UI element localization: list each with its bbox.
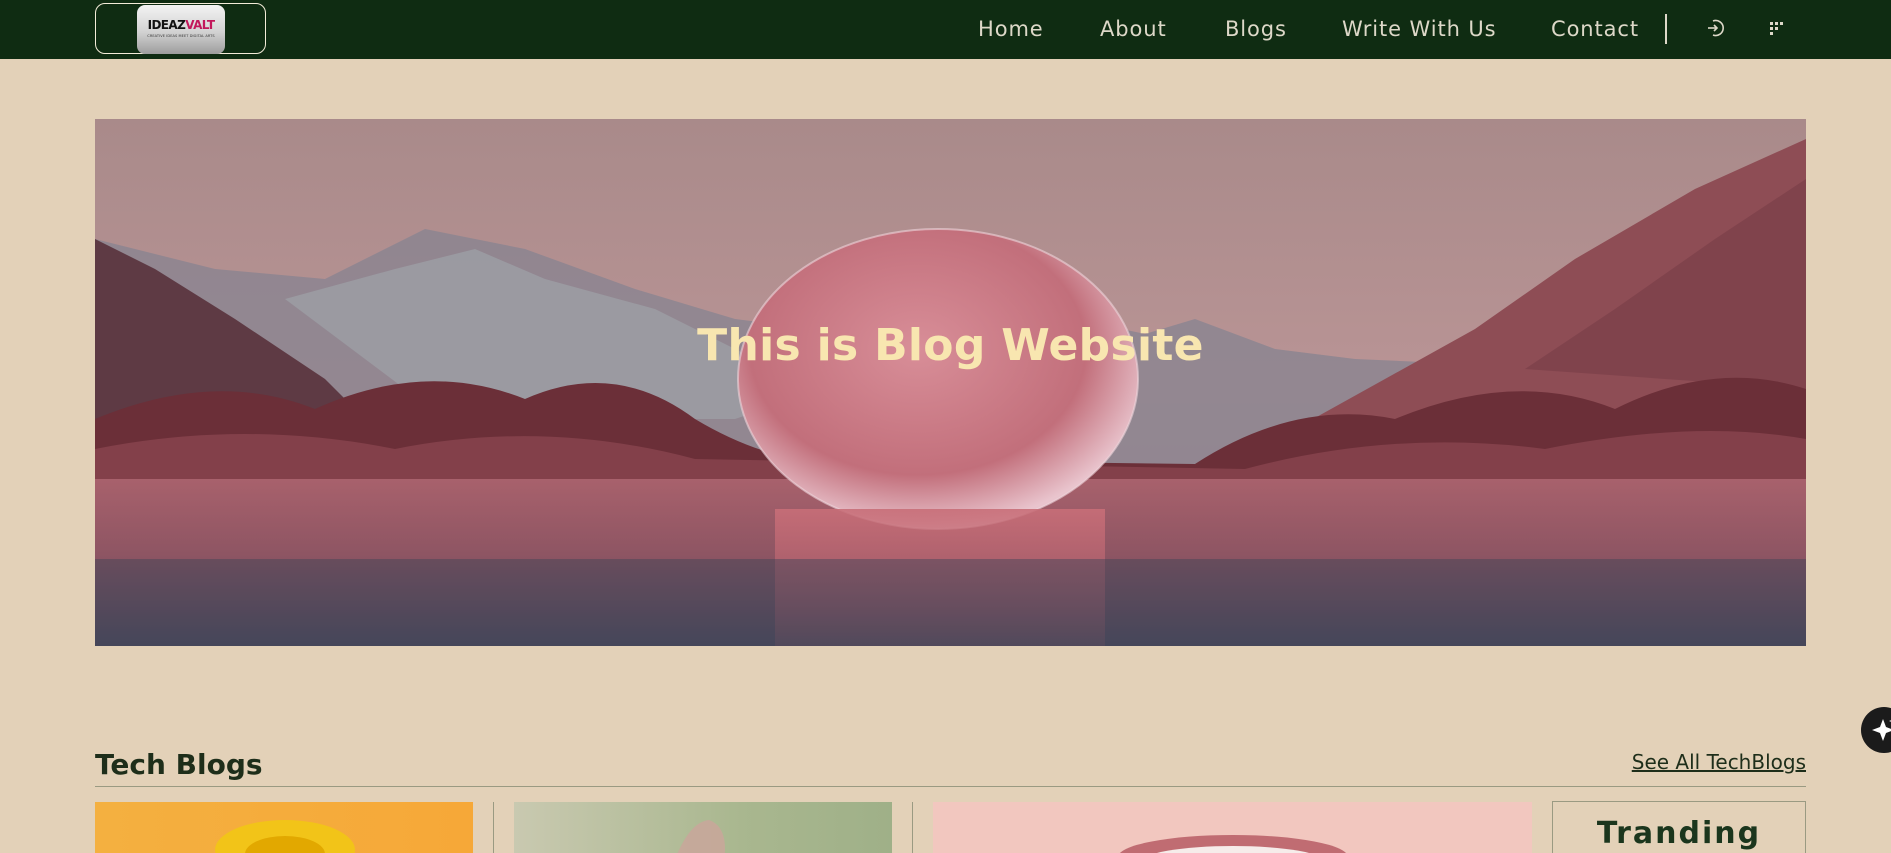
blog-card-image-2[interactable] (514, 802, 892, 853)
logo-tagline: CREATIVE IDEAS MEET DIGITAL ARTS (147, 34, 215, 38)
hero-title: This is Blog Website (697, 320, 1204, 371)
blog-card-image-1[interactable] (95, 802, 473, 853)
login-icon[interactable] (1705, 17, 1727, 39)
ai-assistant-button[interactable] (1861, 707, 1891, 753)
nav-about[interactable]: About (1100, 17, 1167, 41)
logo-text-prefix: IDEAZ (147, 18, 186, 32)
section-title-tech-blogs: Tech Blogs (95, 748, 263, 781)
see-all-techblogs-link[interactable]: See All TechBlogs (1632, 750, 1806, 774)
sparkle-icon (1872, 719, 1891, 741)
trending-panel: Tranding (1552, 801, 1806, 853)
nav-divider (1665, 14, 1667, 44)
logo-wordmark: IDEAZVALT (137, 18, 225, 32)
card-separator (912, 802, 913, 853)
nav-home[interactable]: Home (978, 17, 1044, 41)
top-navbar: IDEAZVALT CREATIVE IDEAS MEET DIGITAL AR… (0, 0, 1891, 59)
trending-title: Tranding (1596, 816, 1762, 851)
nav-write-with-us[interactable]: Write With Us (1342, 17, 1497, 41)
grid-menu-icon[interactable] (1765, 17, 1787, 39)
hero-landscape-image (95, 119, 1806, 646)
nav-blogs[interactable]: Blogs (1225, 17, 1287, 41)
card-separator (493, 802, 494, 853)
hero-banner: This is Blog Website (95, 119, 1806, 646)
nav-contact[interactable]: Contact (1551, 17, 1639, 41)
logo-frame[interactable]: IDEAZVALT CREATIVE IDEAS MEET DIGITAL AR… (95, 3, 266, 54)
logo-text-accent: VALT (185, 18, 215, 32)
blog-card-image-3[interactable] (933, 802, 1532, 853)
site-logo[interactable]: IDEAZVALT CREATIVE IDEAS MEET DIGITAL AR… (137, 5, 225, 54)
section-divider (95, 786, 1806, 787)
